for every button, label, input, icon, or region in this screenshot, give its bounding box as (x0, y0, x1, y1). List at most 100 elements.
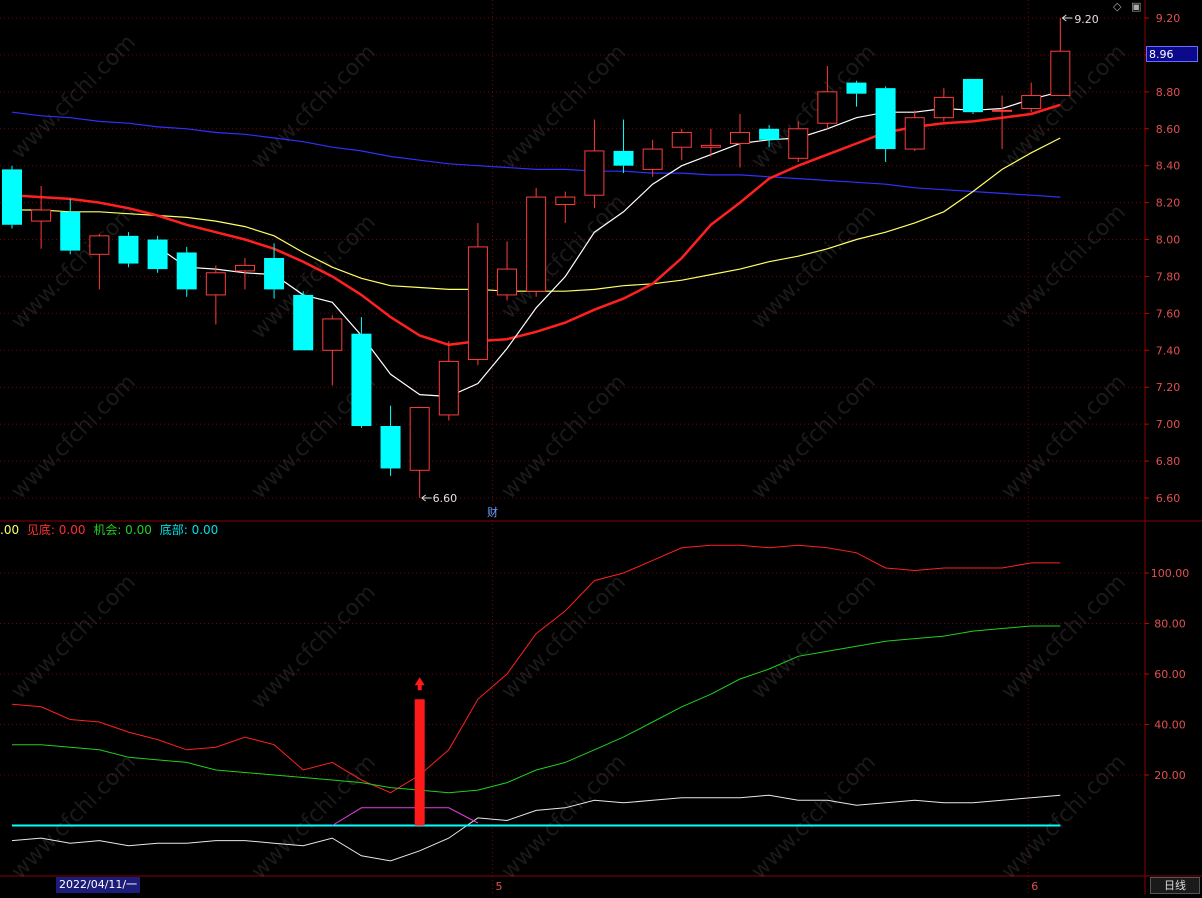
legend-item-jiandi: 见底: 0.00 (26, 523, 86, 537)
candle-body (613, 150, 634, 166)
indicator-tick-label: 60.00 (1154, 668, 1186, 681)
watermark: www.cfchi.com (747, 750, 881, 884)
month-tick-label: 6 (1031, 880, 1038, 893)
candle-body (176, 252, 197, 290)
candle-body (526, 196, 547, 292)
candle-body (438, 360, 459, 416)
candle-body (671, 131, 692, 148)
watermark: www.cfchi.com (747, 200, 881, 334)
period-button[interactable]: 日线 (1150, 877, 1200, 894)
price-tick-label: 6.80 (1156, 455, 1181, 468)
watermark: www.cfchi.com (7, 570, 141, 704)
candle-body (234, 264, 255, 272)
candle-down (846, 80, 867, 107)
watermark: www.cfchi.com (497, 570, 631, 704)
candle-up (555, 191, 576, 223)
window-icon[interactable]: ▣ (1131, 0, 1141, 13)
watermark: www.cfchi.com (497, 40, 631, 174)
indicator-magenta-line (332, 807, 479, 826)
watermark: www.cfchi.com (7, 30, 141, 164)
candle-body (264, 258, 285, 290)
legend-item-dibu: 底部: 0.00 (159, 523, 219, 537)
high-arrow-icon (1062, 14, 1073, 22)
candle-body (875, 88, 896, 150)
candle-up (642, 139, 663, 177)
candle-up (933, 88, 954, 122)
watermark: www.cfchi.com (7, 370, 141, 504)
candle-body (642, 148, 663, 170)
price-tick-label: 8.40 (1156, 160, 1181, 173)
candle-up (1050, 18, 1071, 97)
candle-body (1021, 95, 1042, 109)
candle-down (351, 317, 372, 428)
diamond-icon[interactable]: ◇ (1113, 0, 1121, 13)
candle-down (60, 198, 81, 255)
candle-body (205, 272, 226, 296)
candle-body (467, 246, 488, 361)
low-price-label: 6.60 (433, 492, 458, 505)
candle-down (2, 165, 22, 229)
candle-body (322, 318, 343, 351)
price-tick-label: 7.80 (1156, 270, 1181, 283)
price-tick-label: 8.20 (1156, 197, 1181, 210)
last-price-tag: 8.96 (1146, 46, 1198, 62)
high-price-label: 9.20 (1074, 13, 1099, 26)
legend-item-jihui: 机会: 0.00 (93, 523, 152, 537)
candle-body (759, 128, 780, 140)
price-tick-label: 9.20 (1156, 12, 1181, 25)
indicator-legend: .00 见底: 0.00 机会: 0.00 底部: 0.00 (0, 521, 222, 538)
candle-body (1050, 50, 1071, 97)
candle-up (322, 315, 343, 386)
candle-up (1021, 82, 1042, 113)
candle-body (788, 128, 809, 159)
watermark: www.cfchi.com (747, 370, 881, 504)
watermark: www.cfchi.com (7, 750, 141, 884)
candle-up (409, 407, 430, 498)
price-tick-label: 7.00 (1156, 418, 1181, 431)
candle-body (380, 426, 401, 469)
candle-body (89, 235, 110, 255)
price-tick-label: 7.40 (1156, 344, 1181, 357)
candle-body (555, 196, 576, 205)
candle-down (176, 246, 197, 297)
month-tick-label: 5 (495, 880, 502, 893)
stock-chart[interactable]: www.cfchi.com www.cfchi.com www.cfchi.com w… (0, 0, 1202, 894)
candle-body (293, 294, 314, 351)
candle-up (497, 241, 518, 301)
indicator-tick-label: 100.00 (1151, 567, 1190, 580)
candle-body (700, 144, 721, 148)
signal-bar (414, 699, 425, 826)
low-arrow-icon (421, 494, 432, 502)
indicator-tick-label: 40.00 (1154, 719, 1186, 732)
indicator-tick-label: 20.00 (1154, 769, 1186, 782)
candle-body (933, 96, 954, 119)
watermark: www.cfchi.com (747, 40, 881, 174)
legend-item-1: .00 (0, 523, 20, 537)
price-tick-label: 7.60 (1156, 307, 1181, 320)
candle-body (118, 235, 139, 264)
candle-body (147, 239, 168, 270)
price-tick-label: 8.00 (1156, 234, 1181, 247)
candle-body (497, 268, 518, 296)
watermark: www.cfchi.com (997, 750, 1131, 884)
candle-body (904, 117, 925, 150)
candle-up (671, 128, 692, 161)
watermark: www.cfchi.com (997, 570, 1131, 704)
watermark: www.cfchi.com (247, 580, 381, 714)
chart-canvas[interactable]: www.cfchi.com www.cfchi.com www.cfchi.com w… (0, 0, 1202, 894)
candle-down (875, 86, 896, 162)
candle-down (613, 119, 634, 174)
candle-up (584, 119, 605, 209)
indicator-tick-label: 80.00 (1154, 618, 1186, 631)
price-tick-label: 8.60 (1156, 123, 1181, 136)
candle-up (205, 265, 226, 325)
up-arrow-icon (414, 677, 425, 691)
candle-body (2, 169, 22, 225)
candle-body (992, 109, 1013, 112)
candle-up (526, 187, 547, 297)
candle-body (60, 211, 81, 251)
candle-body (730, 131, 750, 145)
candle-down (962, 78, 983, 114)
candle-body (351, 333, 372, 426)
candle-up (438, 341, 459, 421)
